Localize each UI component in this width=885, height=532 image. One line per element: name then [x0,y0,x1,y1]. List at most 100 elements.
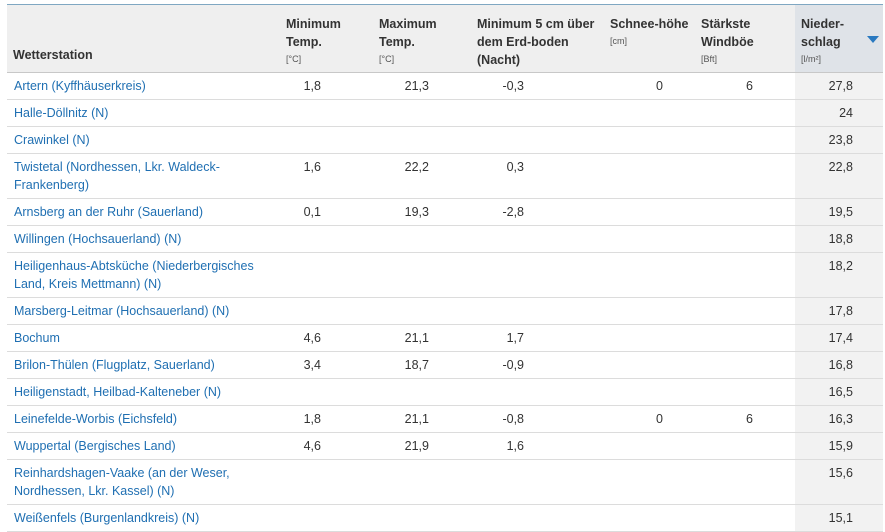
table-row: Twistetal (Nordhessen, Lkr. Waldeck-Fran… [7,153,883,199]
cell-rain: 23,8 [795,126,883,154]
table-row: Reinhardshagen-Vaake (an der Weser, Nord… [7,459,883,505]
cell-snow [604,153,695,199]
station-link[interactable]: Bochum [7,324,280,352]
cell-snow [604,126,695,154]
column-header-label: Nieder-schlag [801,17,845,49]
column-unit: [Bft] [701,54,718,64]
cell-wind [695,153,795,199]
cell-min-temp: 1,8 [280,405,373,433]
cell-min-temp [280,378,373,406]
cell-rain: 17,4 [795,324,883,352]
column-header-label: Minimum Temp. [286,17,341,49]
cell-rain: 15,6 [795,459,883,505]
station-link[interactable]: Leinefelde-Worbis (Eichsfeld) [7,405,280,433]
station-link[interactable]: Brilon-Thülen (Flugplatz, Sauerland) [7,351,280,379]
table-row: Weißenfels (Burgenlandkreis) (N) 15,1 [7,504,883,532]
station-link[interactable]: Reinhardshagen-Vaake (an der Weser, Nord… [7,459,280,505]
cell-max-temp [373,252,471,298]
cell-snow [604,297,695,325]
cell-rain: 16,8 [795,351,883,379]
cell-max-temp [373,297,471,325]
cell-wind [695,126,795,154]
cell-rain: 16,5 [795,378,883,406]
column-header-snow[interactable]: Schnee-höhe [cm] [604,4,695,73]
station-link[interactable]: Crawinkel (N) [7,126,280,154]
cell-rain: 17,8 [795,297,883,325]
cell-min-temp [280,99,373,127]
cell-rain: 22,8 [795,153,883,199]
cell-snow [604,432,695,460]
cell-wind [695,459,795,505]
column-header-label: Stärkste Windböe [701,17,754,49]
cell-min-5cm: -0,9 [471,351,604,379]
station-link[interactable]: Twistetal (Nordhessen, Lkr. Waldeck-Fran… [7,153,280,199]
cell-max-temp: 21,3 [373,72,471,100]
station-link[interactable]: Marsberg-Leitmar (Hochsauerland) (N) [7,297,280,325]
cell-rain: 18,8 [795,225,883,253]
column-header-min-temp[interactable]: Minimum Temp. [°C] [280,4,373,73]
column-header-station[interactable]: Wetterstation [7,4,280,73]
cell-min-5cm [471,225,604,253]
cell-max-temp: 18,7 [373,351,471,379]
table-row: Bochum 4,6 21,1 1,7 17,4 [7,324,883,352]
cell-snow [604,198,695,226]
cell-rain: 24 [795,99,883,127]
cell-min-temp [280,126,373,154]
station-link[interactable]: Heiligenhaus-Abtsküche (Niederbergisches… [7,252,280,298]
column-header-wind[interactable]: Stärkste Windböe [Bft] [695,4,795,73]
column-header-max-temp[interactable]: Maximum Temp. [°C] [373,4,471,73]
cell-min-5cm [471,378,604,406]
cell-snow [604,252,695,298]
table-row: Leinefelde-Worbis (Eichsfeld) 1,8 21,1 -0,8… [7,405,883,433]
cell-min-temp: 1,6 [280,153,373,199]
cell-min-5cm: 0,3 [471,153,604,199]
sort-descending-icon[interactable] [867,36,879,43]
column-unit: [cm] [610,36,627,46]
cell-min-5cm: -0,8 [471,405,604,433]
cell-snow [604,459,695,505]
column-header-label: Minimum 5 cm über dem Erd-boden (Nacht) [477,17,595,67]
station-link[interactable]: Heiligenstadt, Heilbad-Kalteneber (N) [7,378,280,406]
cell-snow [604,378,695,406]
table-row: Willingen (Hochsauerland) (N) 18,8 [7,225,883,253]
station-link[interactable]: Arnsberg an der Ruhr (Sauerland) [7,198,280,226]
column-header-min-5cm[interactable]: Minimum 5 cm über dem Erd-boden (Nacht) [471,4,604,73]
cell-snow [604,324,695,352]
table-body: Artern (Kyffhäuserkreis) 1,8 21,3 -0,3 0 6 27,… [7,72,883,532]
cell-snow [604,225,695,253]
station-link[interactable]: Artern (Kyffhäuserkreis) [7,72,280,100]
cell-snow [604,504,695,532]
cell-min-5cm [471,504,604,532]
cell-snow: 0 [604,405,695,433]
cell-wind [695,432,795,460]
column-header-rain[interactable]: Nieder-schlag [l/m²] [795,4,883,73]
cell-min-5cm [471,126,604,154]
cell-wind [695,351,795,379]
cell-max-temp: 21,1 [373,324,471,352]
cell-rain: 15,1 [795,504,883,532]
cell-max-temp: 21,9 [373,432,471,460]
cell-snow [604,99,695,127]
cell-min-temp: 0,1 [280,198,373,226]
cell-min-5cm [471,252,604,298]
cell-min-5cm: -0,3 [471,72,604,100]
station-link[interactable]: Halle-Döllnitz (N) [7,99,280,127]
station-link[interactable]: Wuppertal (Bergisches Land) [7,432,280,460]
column-header-label: Schnee-höhe [610,17,689,31]
weather-station-table: Wetterstation Minimum Temp. [°C] Maximum… [7,4,883,532]
table-row: Brilon-Thülen (Flugplatz, Sauerland) 3,4 1… [7,351,883,379]
station-link[interactable]: Weißenfels (Burgenlandkreis) (N) [7,504,280,532]
cell-max-temp [373,504,471,532]
station-link[interactable]: Willingen (Hochsauerland) (N) [7,225,280,253]
cell-max-temp [373,99,471,127]
cell-max-temp: 21,1 [373,405,471,433]
cell-rain: 18,2 [795,252,883,298]
cell-min-temp: 1,8 [280,72,373,100]
column-unit: [l/m²] [801,54,821,64]
column-header-label: Maximum Temp. [379,17,437,49]
cell-rain: 19,5 [795,198,883,226]
cell-max-temp: 22,2 [373,153,471,199]
cell-rain: 16,3 [795,405,883,433]
cell-min-temp: 4,6 [280,432,373,460]
table-row: Crawinkel (N) 23,8 [7,126,883,154]
